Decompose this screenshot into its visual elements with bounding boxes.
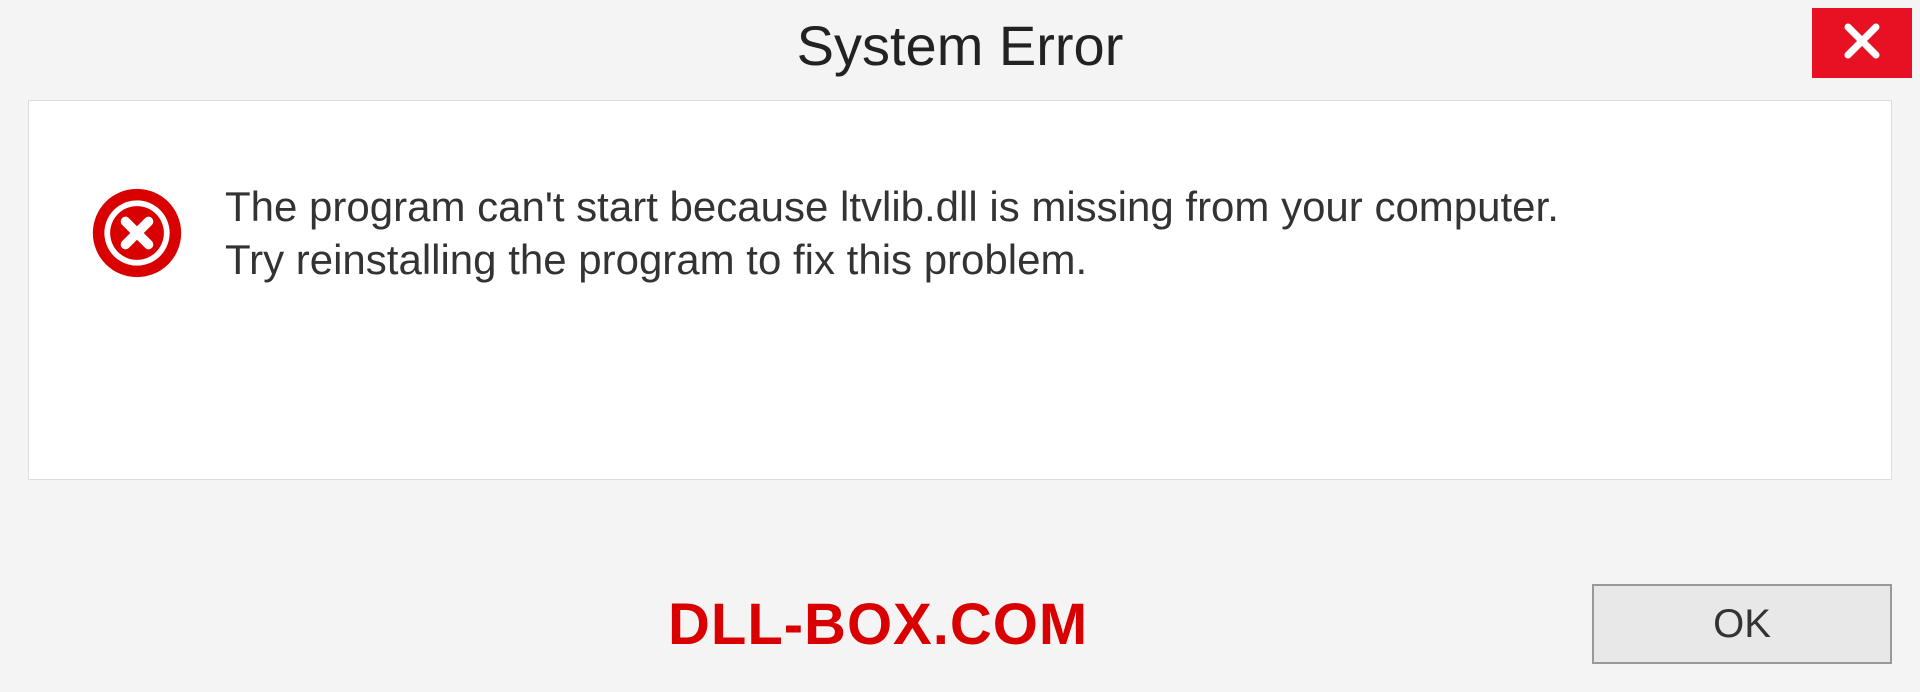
dialog-footer: DLL-BOX.COM OK	[28, 584, 1892, 664]
dialog-title: System Error	[797, 13, 1124, 78]
error-icon	[89, 185, 185, 286]
close-button[interactable]	[1812, 8, 1912, 78]
ok-button[interactable]: OK	[1592, 584, 1892, 664]
close-icon	[1841, 20, 1883, 67]
message-line-2: Try reinstalling the program to fix this…	[225, 234, 1831, 287]
watermark-text: DLL-BOX.COM	[668, 591, 1088, 658]
message-block: The program can't start because ltvlib.d…	[225, 181, 1831, 286]
titlebar: System Error	[0, 0, 1920, 90]
ok-button-label: OK	[1713, 602, 1771, 647]
dialog-content: The program can't start because ltvlib.d…	[28, 100, 1892, 480]
message-line-1: The program can't start because ltvlib.d…	[225, 181, 1831, 234]
